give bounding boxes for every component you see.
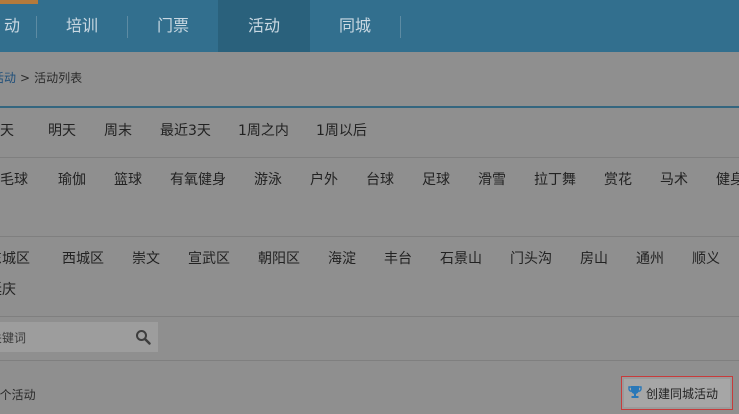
filter-district-shunyi[interactable]: 顺义 [692,248,720,268]
filter-time-1week[interactable]: 1周之内 [238,120,289,140]
nav-item-tickets[interactable]: 门票 [128,0,218,52]
row-divider [0,316,739,317]
filter-district-fangshan[interactable]: 房山 [580,248,608,268]
filter-district-xuanwu[interactable]: 宣武区 [188,248,230,268]
filter-category-billiards[interactable]: 台球 [366,169,394,189]
section-divider [0,106,739,108]
filter-category-outdoor[interactable]: 户外 [310,169,338,189]
filter-category-flowers[interactable]: 赏花 [604,169,632,189]
row-divider [0,236,739,237]
filter-district-yanqing[interactable]: 延庆 [0,279,16,299]
search-icon[interactable] [135,329,151,345]
filter-time-3days[interactable]: 最近3天 [160,120,211,140]
nav-item-activities[interactable]: 活动 [218,0,310,52]
create-button-label: 创建同城活动 [646,387,719,401]
nav-item-training[interactable]: 培训 [37,0,127,52]
search-input[interactable]: 关键词 [0,329,26,346]
breadcrumb-current: 活动列表 [34,71,83,85]
filter-district-chaoyang[interactable]: 朝阳区 [258,248,300,268]
nav-item-sports[interactable]: 动 [0,0,36,52]
result-count: 0个活动 [0,388,36,402]
trophy-icon [628,386,642,398]
nav-item-local[interactable]: 同城 [310,0,400,52]
filter-category-basketball[interactable]: 篮球 [114,169,142,189]
filter-district-tongzhou[interactable]: 通州 [636,248,664,268]
breadcrumb-link-activities[interactable]: 活动 [0,71,16,85]
filter-time-today[interactable]: 今天 [0,120,14,140]
create-local-activity-button[interactable]: 创建同城活动 [621,376,733,410]
filter-category-equestrian[interactable]: 马术 [660,169,688,189]
filter-category-swimming[interactable]: 游泳 [254,169,282,189]
nav-divider [400,16,401,38]
filter-category-fitness[interactable]: 健身 [716,169,739,189]
filter-district-dongcheng[interactable]: 东城区 [0,248,30,268]
filter-category-badminton[interactable]: 羽毛球 [0,169,28,189]
row-divider [0,360,739,361]
filter-time-after-1week[interactable]: 1周以后 [316,120,367,140]
filter-district-shijingshan[interactable]: 石景山 [440,248,482,268]
filter-district-haidian[interactable]: 海淀 [328,248,356,268]
filter-district-fengtai[interactable]: 丰台 [384,248,412,268]
filter-district-mentougou[interactable]: 门头沟 [510,248,552,268]
filter-district-xicheng[interactable]: 西城区 [62,248,104,268]
filter-category-yoga[interactable]: 瑜伽 [58,169,86,189]
filter-category-skiing[interactable]: 滑雪 [478,169,506,189]
filter-district-chongwen[interactable]: 崇文 [132,248,160,268]
breadcrumb-separator: > [20,71,31,85]
filter-category-latin-dance[interactable]: 拉丁舞 [534,169,576,189]
search-box[interactable]: 关键词 [0,322,158,352]
filter-category-football[interactable]: 足球 [422,169,450,189]
filter-time-tomorrow[interactable]: 明天 [48,120,76,140]
filter-category-aerobics[interactable]: 有氧健身 [170,169,226,189]
top-nav: 动 培训 门票 活动 同城 [0,0,739,52]
breadcrumb: 活动 >活动列表 [0,69,82,86]
row-divider [0,157,739,158]
filter-time-weekend[interactable]: 周末 [104,120,132,140]
